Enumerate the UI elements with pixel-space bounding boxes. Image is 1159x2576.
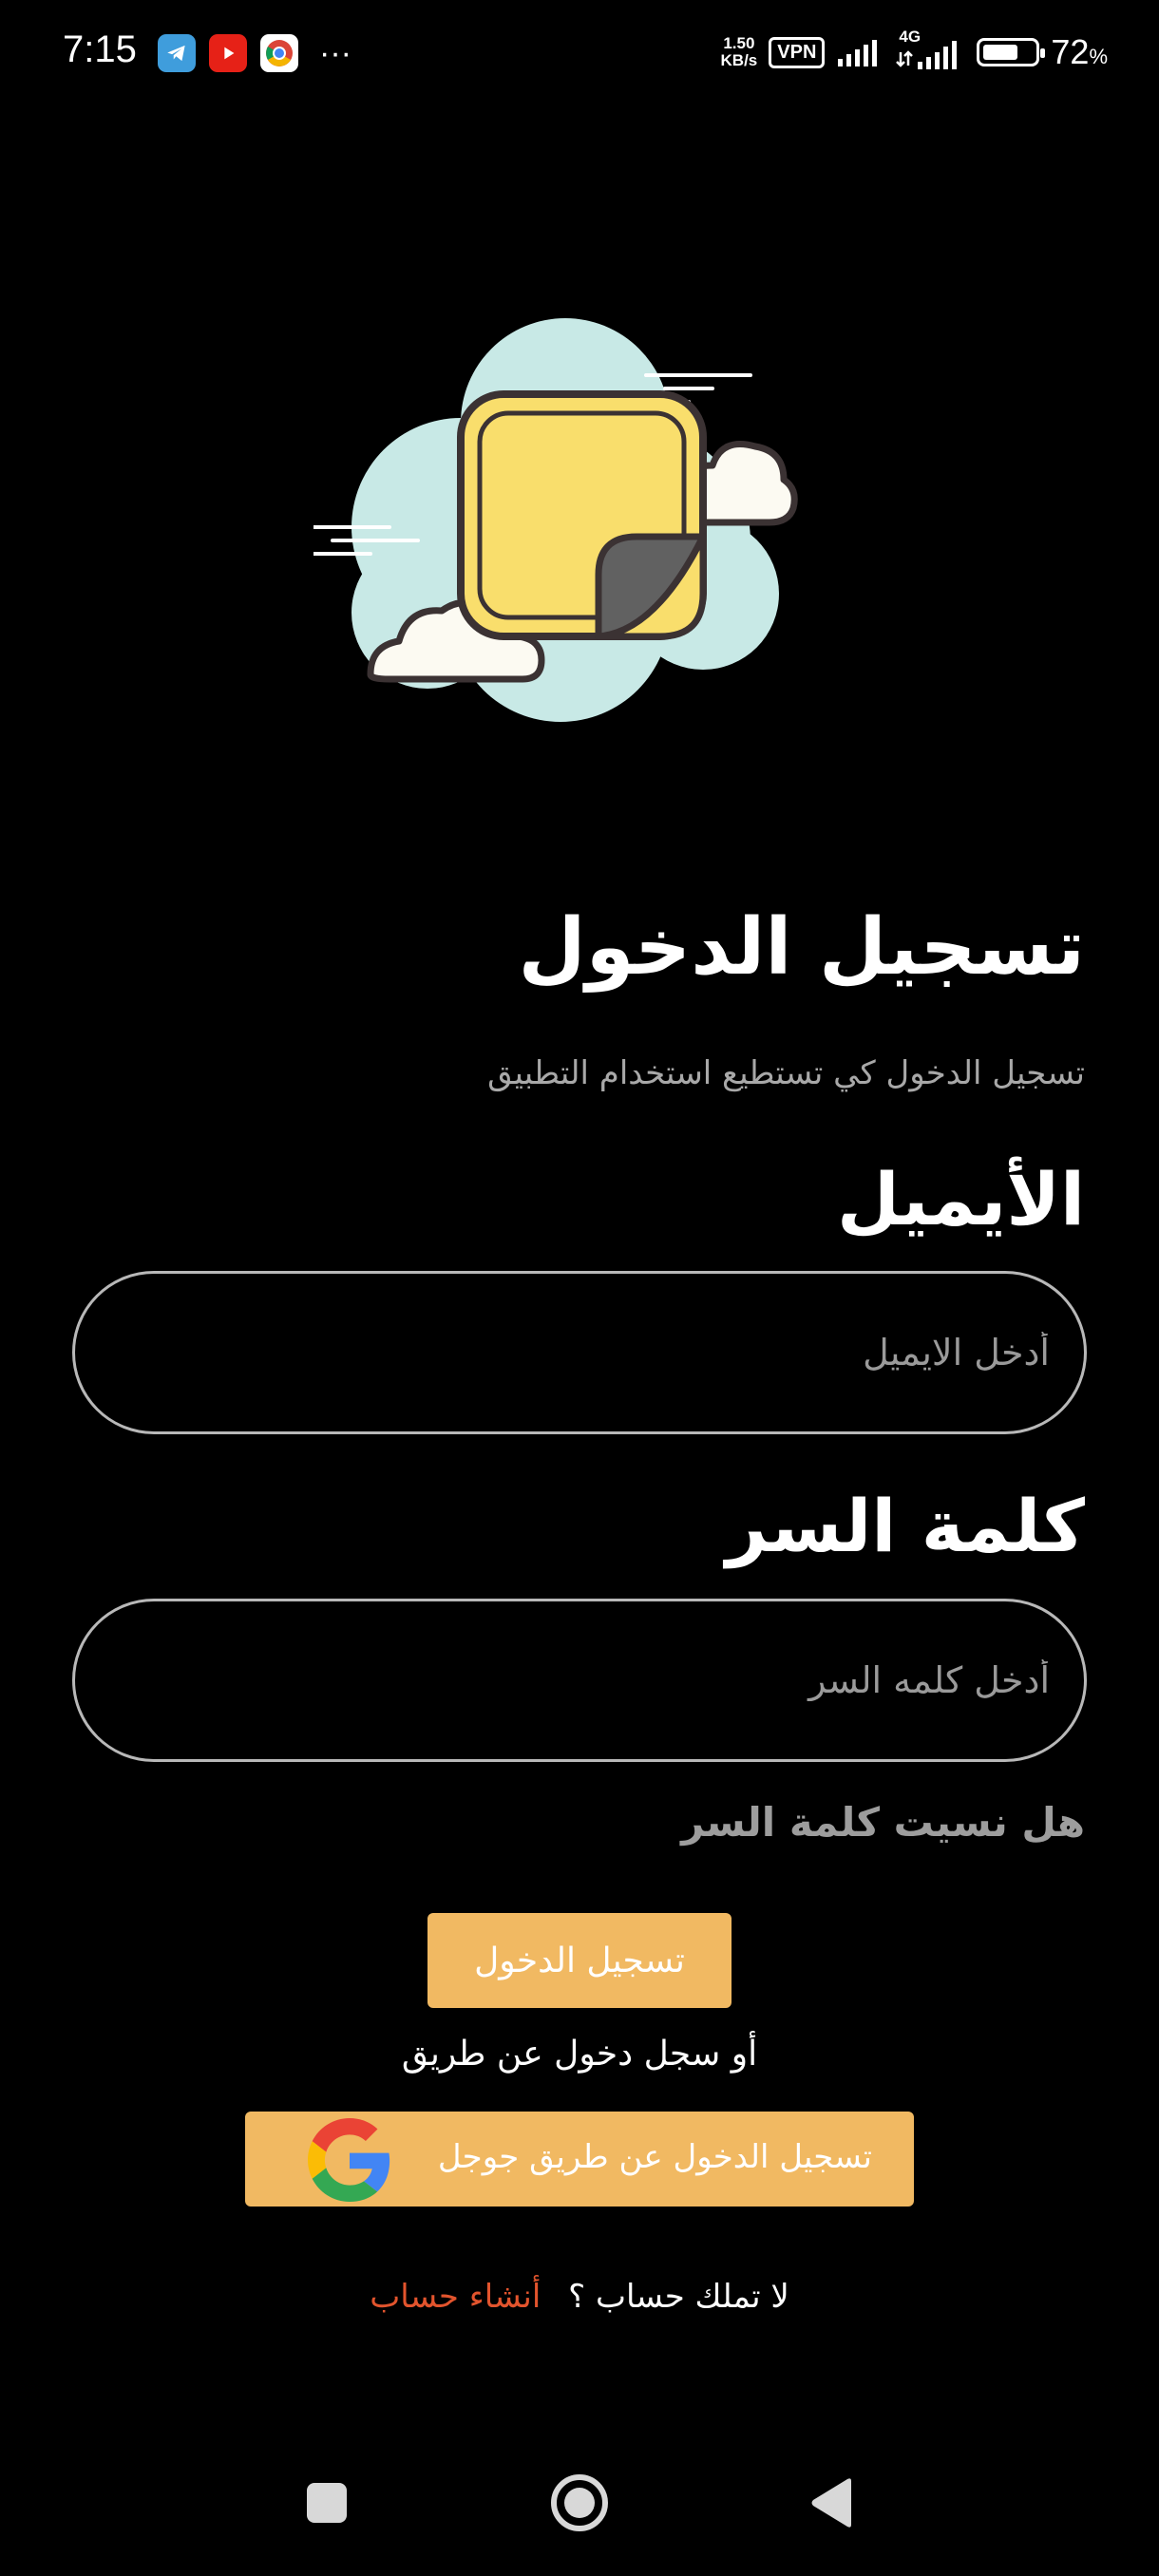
status-indicators: 1.50 KB/s VPN 4G 72% [721,28,1108,72]
battery-percent: 72% [1051,32,1108,72]
youtube-icon [209,34,247,72]
battery-percent-unit: % [1089,45,1108,68]
recents-square-icon[interactable] [307,2483,347,2523]
home-circle-icon[interactable] [550,2473,609,2532]
google-icon [308,2118,390,2202]
login-subtitle: تسجيل الدخول كي تستطيع استخدام التطبيق [487,1054,1085,1092]
forgot-password-link[interactable]: هل نسيت كلمة السر [681,1799,1085,1846]
battery-tip [1040,48,1046,58]
email-label: الأيميل [837,1157,1085,1241]
google-login-button[interactable]: تسجيل الدخول عن طريق جوجل [245,2112,914,2207]
status-bar: 7:15 ··· 1.50 KB/s VPN 4G 72% [0,0,1159,104]
battery-fill [983,45,1017,60]
email-field[interactable] [72,1271,1087,1434]
back-triangle-icon[interactable] [809,2477,853,2529]
password-field[interactable] [72,1599,1087,1762]
create-account-link[interactable]: أنشاء حساب [370,2278,541,2316]
speed-unit: KB/s [720,51,758,69]
telegram-icon [158,34,196,72]
signup-row: لا تملك حساب ؟ أنشاء حساب [0,2278,1159,2316]
sticky-note-cloud-illustration [314,318,798,722]
login-button[interactable]: تسجيل الدخول [428,1913,732,2008]
password-label: كلمة السر [726,1484,1085,1568]
notification-icons: ··· [158,34,352,72]
battery-icon [977,38,1046,66]
network-speed: 1.50 KB/s [721,35,758,69]
screen: 7:15 ··· 1.50 KB/s VPN 4G 72% تسجيل الدخ… [0,0,1159,2576]
speed-value: 1.50 [723,34,755,52]
no-account-text: لا تملك حساب ؟ [568,2278,789,2316]
or-login-with-text: أو سجل دخول عن طريق [401,2035,758,2074]
battery-percent-value: 72 [1051,32,1090,71]
signal-4g-icon: 4G [895,28,965,71]
status-time: 7:15 [63,28,137,70]
navigation-bar [0,2460,1159,2546]
login-title: تسجيل الدخول [518,902,1085,993]
vpn-badge: VPN [769,36,826,68]
more-notifications-icon: ··· [319,35,352,71]
signal-icon [838,40,878,66]
google-login-label: تسجيل الدخول عن طريق جوجل [437,2138,872,2176]
chrome-icon [260,34,298,72]
